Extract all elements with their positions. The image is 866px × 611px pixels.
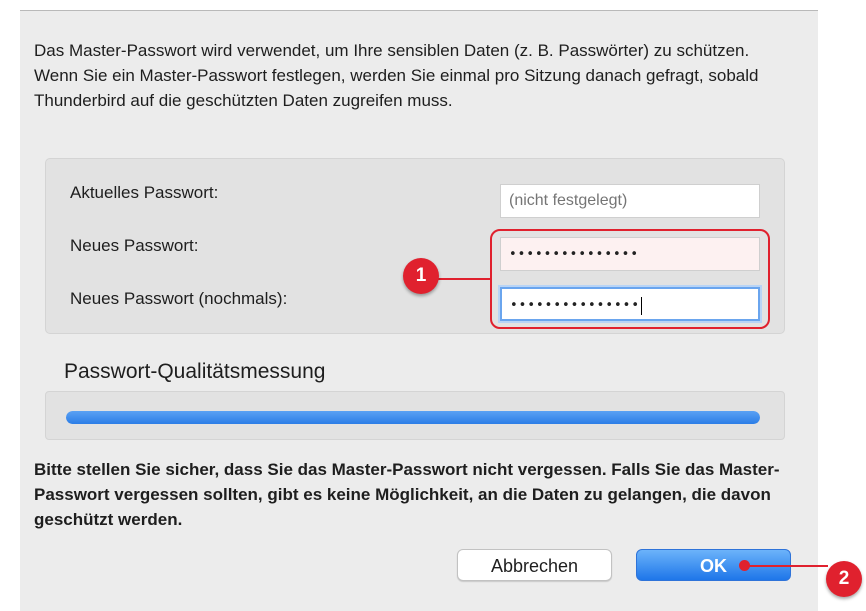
confirm-password-label: Neues Passwort (nochmals): (70, 289, 288, 308)
annotation-badge-2: 2 (826, 561, 862, 597)
annotation-badge-1: 1 (403, 258, 439, 294)
quality-meter-fill (66, 411, 760, 424)
current-password-label: Aktuelles Passwort: (70, 183, 219, 202)
cancel-button[interactable]: Abbrechen (457, 549, 612, 581)
annotation-connector-2 (748, 565, 828, 567)
quality-meter-bar (66, 411, 760, 424)
annotation-connector-1 (437, 278, 491, 280)
intro-text: Das Master-Passwort wird verwendet, um I… (34, 41, 759, 110)
warning-text: Bitte stellen Sie sicher, dass Sie das M… (34, 460, 780, 529)
new-password-label: Neues Passwort: (70, 236, 199, 255)
quality-meter-title: Passwort-Qualitätsmessung (64, 360, 326, 383)
annotation-highlight-frame (490, 229, 770, 329)
current-password-field[interactable] (500, 184, 760, 218)
